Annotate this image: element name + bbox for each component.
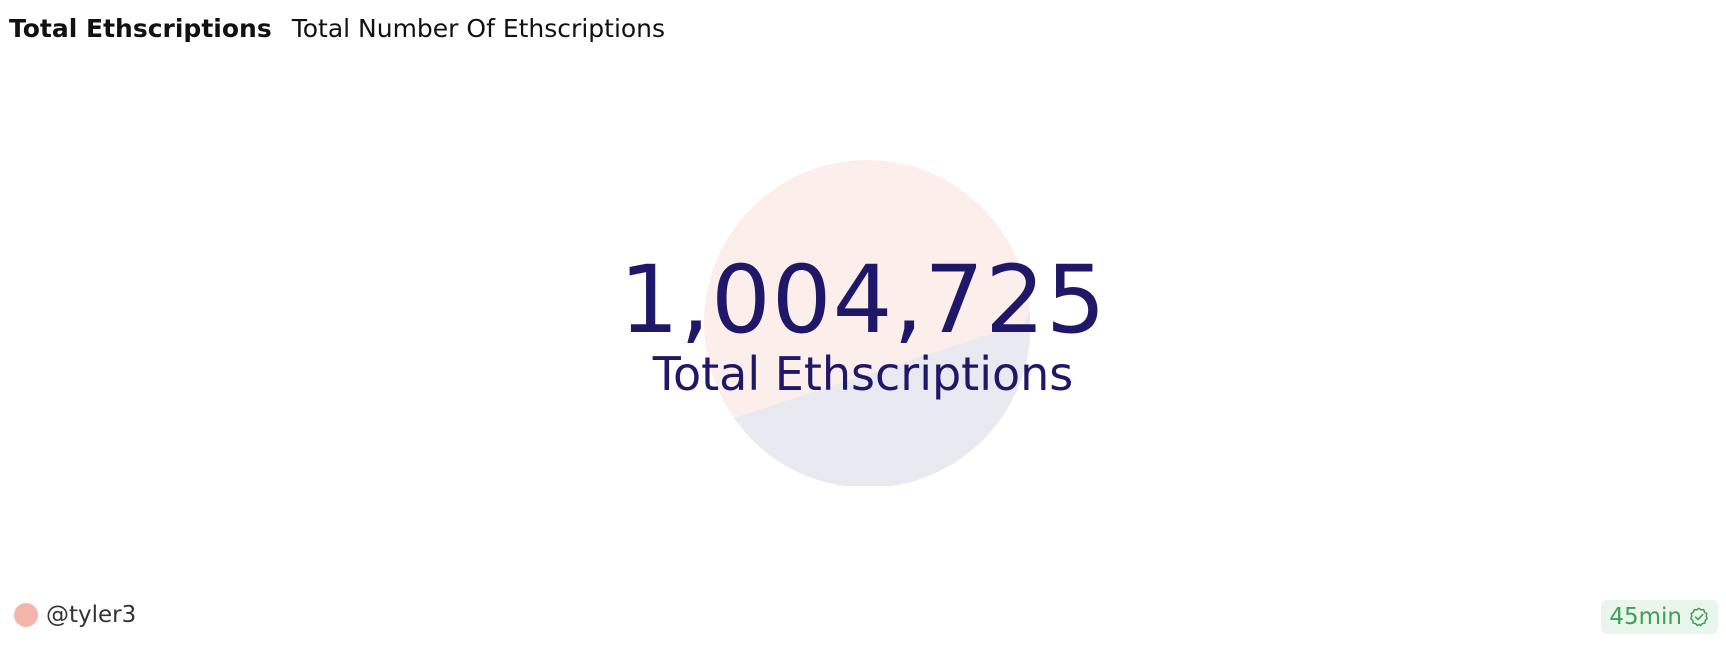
counter-label: Total Ethscriptions	[652, 347, 1074, 401]
widget-subtitle: Total Number Of Ethscriptions	[291, 14, 666, 43]
author-name[interactable]: @tyler3	[46, 602, 136, 628]
check-badge-icon	[1690, 607, 1708, 627]
counter-value: 1,004,725	[619, 246, 1107, 355]
widget-header: Total Ethscriptions Total Number Of Eths…	[9, 14, 665, 43]
avatar	[14, 603, 38, 627]
widget-title: Total Ethscriptions	[9, 14, 272, 43]
freshness-badge[interactable]: 45min	[1601, 600, 1718, 634]
author-link[interactable]: @tyler3	[14, 602, 136, 628]
freshness-text: 45min	[1609, 604, 1682, 630]
dashboard-widget: Total Ethscriptions Total Number Of Eths…	[0, 0, 1726, 650]
